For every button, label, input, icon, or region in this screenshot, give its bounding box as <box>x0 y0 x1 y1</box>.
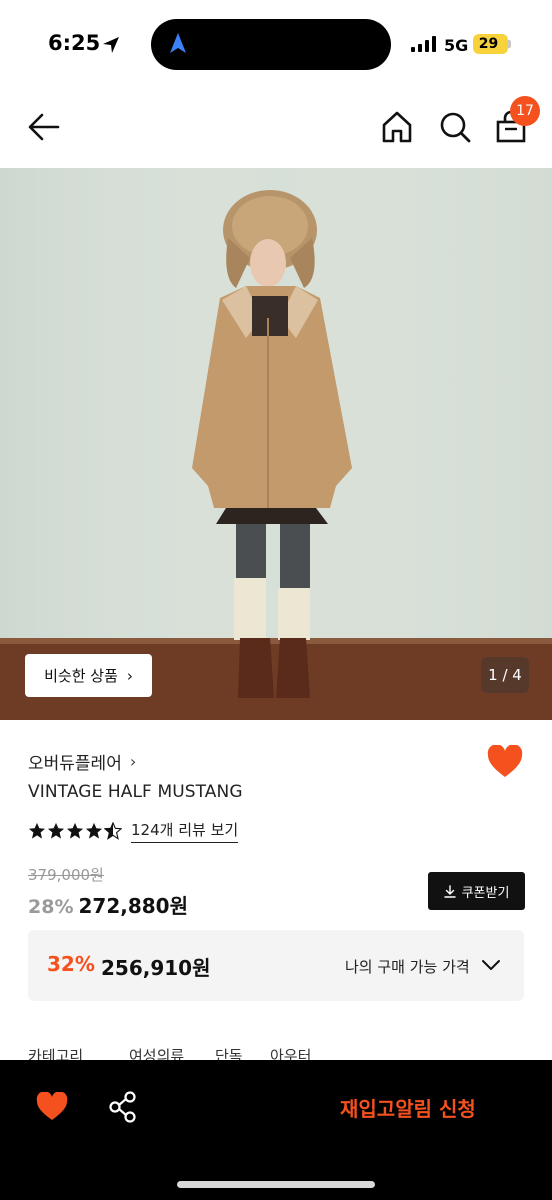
home-icon[interactable] <box>380 110 414 144</box>
share-icon[interactable] <box>108 1091 138 1123</box>
chevron-right-icon: › <box>126 666 133 685</box>
status-time: 6:25 <box>48 31 101 55</box>
similar-products-button[interactable]: 비슷한 상품 › <box>25 654 152 697</box>
product-name: VINTAGE HALF MUSTANG <box>28 782 243 802</box>
original-price: 379,000원 <box>28 866 104 884</box>
status-bar: 6:25 5G 29 <box>0 0 552 88</box>
restock-alert-button[interactable]: 재입고알림 신청 <box>340 1093 476 1122</box>
review-link[interactable]: 124개 리뷰 보기 <box>131 819 239 843</box>
best-price-label: 나의 구매 가능 가격 <box>345 958 470 976</box>
star-half-icon <box>104 822 122 840</box>
image-page-counter: 1 / 4 <box>481 657 529 693</box>
battery-level: 29 <box>478 36 499 52</box>
heart-icon[interactable] <box>36 1092 68 1122</box>
signal-icon <box>411 36 436 52</box>
category-item[interactable]: 여성의류 <box>129 1045 184 1061</box>
product-photo <box>0 168 552 720</box>
product-image-gallery[interactable]: 비슷한 상품 › 1 / 4 <box>0 168 552 720</box>
rating-stars <box>28 822 122 840</box>
download-icon <box>443 884 456 898</box>
chevron-down-icon <box>482 960 500 970</box>
location-arrow-icon <box>103 37 119 53</box>
best-price-panel[interactable]: 32% 256,910원 나의 구매 가능 가격 <box>28 930 524 1001</box>
category-item[interactable]: 아우터 <box>270 1045 311 1061</box>
star-icon <box>28 822 46 839</box>
bottom-action-bar: 재입고알림 신청 <box>0 1060 552 1200</box>
sale-price-row: 28% 272,880원 <box>28 890 188 919</box>
battery-cap <box>508 40 511 48</box>
sale-price: 272,880원 <box>78 894 188 918</box>
chevron-right-icon: › <box>129 752 137 771</box>
best-discount-rate: 32% <box>47 952 95 976</box>
coupon-label: 쿠폰받기 <box>461 885 510 901</box>
network-label: 5G <box>444 36 469 55</box>
cart-count-badge: 17 <box>510 96 540 126</box>
category-label: 카테고리 <box>28 1047 84 1061</box>
brand-name: 오버듀플레어 <box>28 754 122 774</box>
nav-header: 17 <box>0 88 552 168</box>
star-icon <box>66 822 84 839</box>
back-arrow-icon[interactable] <box>26 109 62 145</box>
navigation-icon <box>170 33 186 53</box>
brand-link[interactable]: 오버듀플레어 › <box>28 749 136 774</box>
discount-rate: 28% <box>28 896 74 918</box>
search-icon[interactable] <box>438 110 472 144</box>
rating-row: 124개 리뷰 보기 <box>28 819 239 843</box>
star-icon <box>85 822 103 839</box>
home-indicator <box>177 1181 375 1188</box>
battery-icon: 29 <box>473 34 508 54</box>
star-icon <box>47 822 65 839</box>
best-price: 256,910원 <box>101 956 211 980</box>
coupon-button[interactable]: 쿠폰받기 <box>428 872 525 910</box>
heart-icon[interactable] <box>487 745 523 779</box>
category-row: 카테고리 여성의류 단독 아우터 <box>28 1045 328 1061</box>
category-item[interactable]: 단독 <box>215 1045 243 1061</box>
similar-products-label: 비슷한 상품 <box>44 667 118 685</box>
